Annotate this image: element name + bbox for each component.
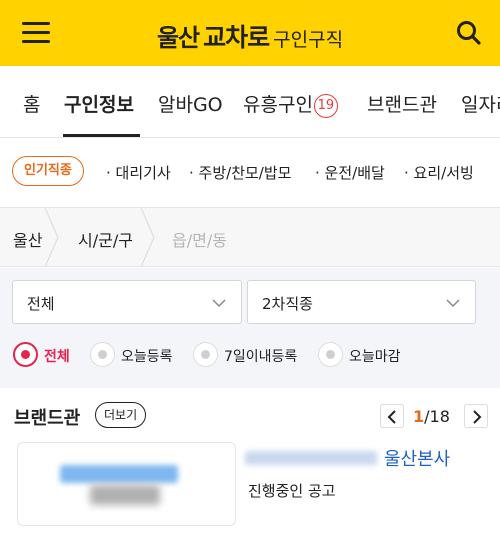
- nav-tab-entertainment-jobs[interactable]: 유흥구인 19: [243, 90, 338, 118]
- active-tab-indicator: [63, 134, 140, 137]
- popular-category-tag: 인기직종: [12, 156, 84, 186]
- nav-tab-label: 브랜드관: [367, 94, 437, 116]
- brand-status: 진행중인 공고: [248, 482, 336, 500]
- page-indicator: 1/18: [413, 407, 450, 426]
- chevron-right-icon: [473, 410, 482, 424]
- job-category-select[interactable]: 전체: [12, 280, 242, 324]
- region-step-district[interactable]: 시/군/구: [78, 227, 133, 251]
- app-header: 울산 교차로 구인구직: [0, 0, 500, 66]
- page-total: /18: [424, 407, 450, 426]
- brand-logo-card[interactable]: [17, 442, 236, 526]
- radio-label: 전체: [44, 349, 70, 365]
- chevron-down-icon: [212, 299, 226, 308]
- select-value: 전체: [27, 295, 55, 313]
- logo-brand: 교차로: [203, 23, 270, 52]
- blurred-logo-image: [60, 465, 178, 483]
- more-button[interactable]: 더보기: [95, 402, 147, 428]
- page-current: 1: [413, 407, 425, 426]
- site-logo[interactable]: 울산 교차로 구인구직: [0, 18, 500, 54]
- breadcrumb-separator-icon: [44, 208, 59, 267]
- nav-tab-label: 유흥구인: [243, 94, 313, 116]
- logo-region: 울산: [156, 24, 200, 52]
- nav-tab-label: 구인정보: [64, 94, 134, 116]
- category-label: 운전/배달: [324, 164, 385, 182]
- category-label: 요리/서빙: [413, 164, 474, 182]
- nav-tab-jobs[interactable]: 일자리: [461, 90, 500, 117]
- logo-service: 구인구직: [273, 29, 344, 51]
- prev-page-button[interactable]: [380, 404, 404, 428]
- select-value: 2차직종: [262, 295, 313, 313]
- brand-branch-name[interactable]: 울산본사: [384, 445, 450, 471]
- category-label: 대리기사: [115, 164, 171, 182]
- filter-panel: 전체 2차직종 전체 오늘등록 7일이내등록 오늘마감: [0, 268, 500, 388]
- radio-label: 오늘마감: [349, 349, 401, 365]
- search-icon[interactable]: [456, 20, 484, 48]
- brand-section-title: 브랜드관: [14, 408, 81, 429]
- category-item[interactable]: · 운전/배달: [315, 162, 385, 183]
- adult-only-badge: 19: [313, 94, 338, 118]
- nav-tab-label: 홈: [23, 94, 41, 116]
- region-breadcrumb: 울산 시/군/구 읍/면/동: [0, 208, 500, 267]
- secondary-category-select[interactable]: 2차직종: [247, 280, 476, 324]
- chevron-down-icon: [446, 299, 460, 308]
- category-label: 주방/찬모/밥모: [198, 164, 292, 182]
- blurred-company-name: [245, 451, 377, 465]
- main-nav: 홈 구인정보 알바GO 유흥구인19 브랜드관 일자리: [0, 66, 500, 138]
- region-step-town[interactable]: 읍/면/동: [172, 227, 227, 251]
- radio-label: 7일이내등록: [224, 349, 298, 365]
- brand-section: 브랜드관 더보기 1/18 울산본사 진행중인 공고: [0, 388, 500, 552]
- region-step-city[interactable]: 울산: [13, 227, 42, 251]
- category-item[interactable]: · 주방/찬모/밥모: [189, 162, 291, 183]
- popular-categories: 인기직종 · 대리기사 · 주방/찬모/밥모 · 운전/배달 · 요리/서빙: [0, 139, 500, 208]
- chevron-left-icon: [387, 410, 396, 424]
- category-item[interactable]: · 대리기사: [106, 162, 171, 183]
- category-item[interactable]: · 요리/서빙: [404, 162, 474, 183]
- next-page-button[interactable]: [464, 404, 488, 428]
- radio-dot: [193, 342, 218, 367]
- radio-dot: [13, 342, 38, 367]
- nav-tab-label: 알바GO: [158, 94, 223, 116]
- blurred-logo-image: [90, 485, 160, 505]
- nav-tab-alba-go[interactable]: 알바GO: [158, 90, 223, 117]
- nav-tab-home[interactable]: 홈: [23, 90, 40, 117]
- radio-dot: [318, 342, 343, 367]
- radio-label: 오늘등록: [121, 349, 173, 365]
- nav-tab-job-info[interactable]: 구인정보: [64, 90, 134, 117]
- nav-tab-brand[interactable]: 브랜드관: [367, 90, 437, 117]
- nav-tab-label: 일자리: [461, 94, 500, 116]
- breadcrumb-separator-icon: [140, 208, 155, 267]
- radio-dot: [90, 342, 115, 367]
